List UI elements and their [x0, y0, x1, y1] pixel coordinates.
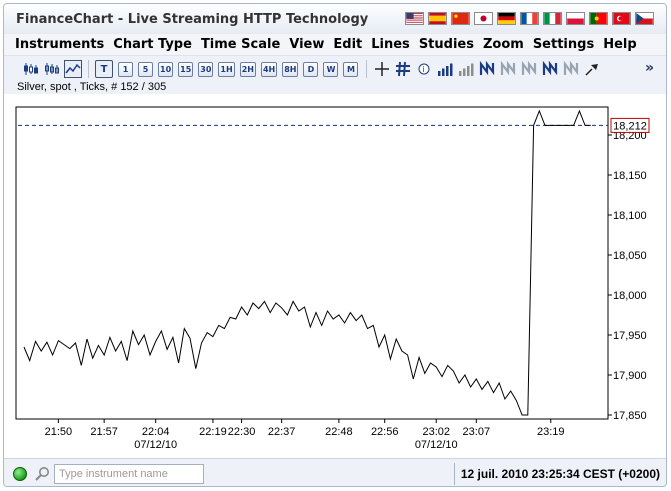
candlestick-chart-icon[interactable] — [22, 60, 40, 78]
timescale-w-button[interactable]: W — [323, 61, 339, 77]
search-icon — [35, 467, 49, 481]
us-flag-icon[interactable] — [405, 12, 424, 25]
y-tick-label: 17,850 — [613, 410, 647, 422]
status-divider — [454, 463, 455, 485]
x-tick-label: 23:19 — [537, 426, 565, 438]
japan-flag-icon[interactable] — [474, 12, 493, 25]
current-price-label: 18,212 — [613, 120, 647, 132]
y-tick-label: 18,050 — [613, 250, 647, 262]
x-tick-label: 23:07 — [463, 426, 491, 438]
x-tick-label: 22:37 — [268, 426, 296, 438]
x-tick-label: 22:30 — [228, 426, 256, 438]
timescale-10-button[interactable]: 10 — [158, 61, 174, 77]
x-tick-label: 23:02 — [422, 426, 450, 438]
volume-histogram-icon[interactable] — [457, 60, 475, 78]
x-tick-label: 22:48 — [325, 426, 353, 438]
window-title: FinanceChart - Live Streaming HTTP Techn… — [16, 12, 369, 27]
instrument-search-input[interactable] — [54, 464, 204, 484]
bar-chart-icon[interactable] — [43, 60, 61, 78]
x-date-label: 07/12/10 — [134, 439, 177, 451]
plot-frame — [15, 106, 609, 420]
indicator-3-icon[interactable] — [520, 60, 538, 78]
menu-view[interactable]: View — [289, 37, 324, 52]
timescale-1-button[interactable]: 1 — [118, 61, 133, 77]
czech-flag-icon[interactable] — [635, 12, 654, 25]
france-flag-icon[interactable] — [520, 12, 539, 25]
status-bar: 12 juil. 2010 23:25:34 CEST (+0200) — [4, 458, 666, 486]
pin-icon[interactable] — [583, 60, 601, 78]
portugal-flag-icon[interactable] — [589, 12, 608, 25]
y-tick-label: 18,000 — [613, 290, 647, 302]
svg-text:i: i — [423, 65, 425, 74]
timescale-2h-button[interactable]: 2H — [239, 61, 256, 77]
timescale-4h-button[interactable]: 4H — [260, 61, 278, 77]
menu-instruments[interactable]: Instruments — [15, 37, 104, 52]
status-datetime: 12 juil. 2010 23:25:34 CEST (+0200) — [460, 467, 660, 481]
germany-flag-icon[interactable] — [497, 12, 516, 25]
menu-time-scale[interactable]: Time Scale — [201, 37, 280, 52]
menu-edit[interactable]: Edit — [333, 37, 362, 52]
y-tick-label: 18,150 — [613, 170, 647, 182]
line-chart-icon[interactable] — [64, 60, 82, 78]
x-tick-label: 21:57 — [90, 426, 118, 438]
timescale-1h-button[interactable]: 1H — [218, 61, 235, 77]
timescale-8h-button[interactable]: 8H — [282, 61, 299, 77]
title-bar: FinanceChart - Live Streaming HTTP Techn… — [4, 4, 666, 34]
menu-bar: Instruments Chart Type Time Scale View Edit L… — [4, 34, 666, 56]
instrument-label: Silver, spot , Ticks, # 152 / 305 — [17, 81, 167, 93]
crosshair-icon[interactable] — [373, 60, 391, 78]
turkey-flag-icon[interactable] — [612, 12, 631, 25]
language-flags — [405, 12, 654, 25]
menu-settings[interactable]: Settings — [533, 37, 594, 52]
toolbar-separator — [88, 60, 89, 78]
info-icon[interactable]: i — [415, 60, 433, 78]
app-window: FinanceChart - Live Streaming HTTP Techn… — [3, 3, 667, 487]
toolbar-overflow-button[interactable]: » — [645, 60, 654, 76]
x-tick-label: 22:56 — [371, 426, 399, 438]
indicator-2-icon[interactable] — [499, 60, 517, 78]
volume-bars-icon[interactable] — [436, 60, 454, 78]
y-tick-label: 17,900 — [613, 370, 647, 382]
menu-chart-type[interactable]: Chart Type — [113, 37, 192, 52]
spain-flag-icon[interactable] — [428, 12, 447, 25]
grid-icon[interactable] — [394, 60, 412, 78]
menu-help[interactable]: Help — [603, 37, 636, 52]
timescale-15-button[interactable]: 15 — [178, 61, 194, 77]
y-tick-label: 18,100 — [613, 210, 647, 222]
chart-panel[interactable]: 18,200 18,150 18,100 18,050 18,000 17,950 17,9… — [4, 94, 666, 458]
italy-flag-icon[interactable] — [543, 12, 562, 25]
x-tick-label: 21:50 — [45, 426, 73, 438]
indicator-5-icon[interactable] — [562, 60, 580, 78]
poland-flag-icon[interactable] — [566, 12, 585, 25]
menu-zoom[interactable]: Zoom — [483, 37, 524, 52]
toolbar: T 1 5 10 15 30 1H 2H 4H 8H D W Mi» — [4, 57, 666, 81]
timescale-m-button[interactable]: M — [343, 61, 359, 77]
menu-studies[interactable]: Studies — [419, 37, 474, 52]
x-tick-label: 22:19 — [199, 426, 227, 438]
connection-status-icon — [13, 467, 27, 481]
toolbar-separator — [366, 60, 368, 78]
indicator-4-icon[interactable] — [541, 60, 559, 78]
x-date-label: 07/12/10 — [415, 439, 458, 451]
menu-lines[interactable]: Lines — [371, 37, 410, 52]
timescale-5-button[interactable]: 5 — [138, 61, 153, 77]
timescale-d-button[interactable]: D — [303, 61, 319, 77]
y-tick-label: 17,950 — [613, 330, 647, 342]
timescale-t-button[interactable]: T — [95, 60, 113, 78]
x-tick-label: 22:04 — [142, 426, 170, 438]
indicator-1-icon[interactable] — [478, 60, 496, 78]
timescale-30-button[interactable]: 30 — [198, 61, 214, 77]
china-flag-icon[interactable] — [451, 12, 470, 25]
price-chart[interactable]: 18,20018,15018,10018,05018,00017,95017,9… — [4, 94, 667, 458]
